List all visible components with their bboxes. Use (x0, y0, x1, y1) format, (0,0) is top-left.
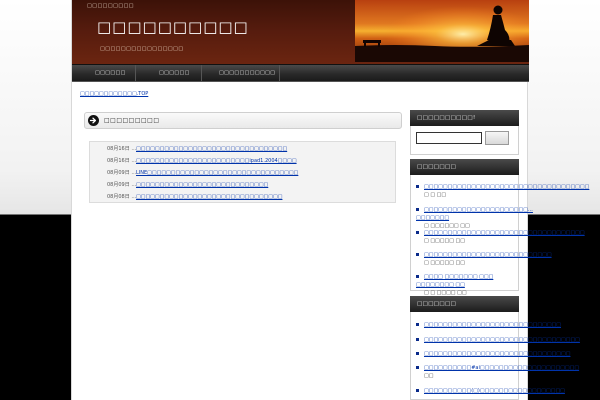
list-item: 08月09日 … □□□□□□□□□□□□□□□□□□□□□□□□□□□□ (90, 180, 397, 191)
recent-post-link[interactable]: □□□□□□□□□□□□□□□□□□□□□□□□□□□ (424, 252, 552, 258)
bullet-icon (416, 338, 419, 341)
news-link[interactable]: □□□□□□□□□□□□□□□□□□□□□□□□□□□□□□□□ (136, 144, 287, 155)
search-input[interactable] (416, 132, 482, 144)
recent-posts-title: □□□□□□□ (410, 159, 519, 175)
breadcrumb[interactable]: □□□□□□□□□□□□.TOP (80, 91, 148, 97)
category-link[interactable]: □□□□□□□□□□(□)□□□□□□□□□□□□□□□□□□ (424, 388, 565, 394)
list-item: □□□□□□□□□□□□□□□□□□□□□□□□□□□□□□□□□□ □ □□□… (416, 229, 585, 245)
list-item: □□□□□□□□□□□□□□□□□□□□□□…□□□□□□□ □ □□□□□□ … (416, 206, 533, 230)
news-date: 08月09日 … (107, 182, 137, 188)
site-description: □□□□□□□□□□□□□□□□ (100, 46, 184, 52)
list-item: 08月09日 … LINE□□□□□□□□□□□□□□□□□□□□□□□□□□□… (90, 168, 397, 179)
bullet-icon (416, 323, 419, 326)
news-link[interactable]: LINE□□□□□□□□□□□□□□□□□□□□□□□□□□□□□□□□ (136, 168, 298, 179)
section-title: □□□□□□□□□ (104, 117, 160, 124)
news-date: 08月16日 … (107, 146, 137, 152)
recent-post-link[interactable]: □□□□ □□□□□□□ □□□ □□□□□□□□ □□ (416, 274, 493, 288)
news-date: 08月16日 … (107, 158, 137, 164)
bullet-icon (416, 231, 419, 234)
news-list: 08月16日 … □□□□□□□□□□□□□□□□□□□□□□□□□□□□□□□… (89, 141, 396, 203)
bullet-icon (416, 352, 419, 355)
recent-post-meta: □ □□□□□ □□ (424, 260, 465, 266)
list-item: 08月16日 … □□□□□□□□□□□□□□□□□□□□□□□□□□□□□□□… (90, 144, 397, 155)
bullet-icon (416, 253, 419, 256)
top-tagline: □□□□□□□□□ (87, 3, 135, 9)
bullet-icon (416, 366, 419, 369)
news-link[interactable]: □□□□□□□□□□□□□□□□□□□□□□□□□□□□ (136, 180, 268, 191)
list-item: □□□□ □□□□□□□ □□□ □□□□□□□□ □□ □ □ □□□□ □□ (416, 273, 516, 297)
list-item: □□□□□□□□□□□□□□□□□□□□□□□□□□□□□□□ (416, 350, 570, 358)
list-item: □□□□□□□□□□□□□□□□□□□□□□□□□□□□□ (416, 321, 561, 329)
page-wrapper: □□□□□□□□□ □□□□□□□□□□ □□□□□□□□□□□□□□□□ □□… (71, 0, 589, 400)
news-date: 08月09日 … (107, 170, 137, 176)
category-link[interactable]: □□□□□□□□□□#ai□□□□□□□□□□□□□□□□□□□□□ (424, 365, 579, 371)
section-header: □□□□□□□□□ (84, 112, 402, 129)
list-item: □□□□□□□□□□□□□□□□□□□□□□□□□□□□□□□□□ (416, 336, 580, 344)
bullet-icon (416, 275, 419, 278)
arrow-right-circle-icon (88, 115, 99, 126)
header-hero-image (355, 0, 529, 62)
recent-post-link[interactable]: □□□□□□□□□□□□□□□□□□□□□□□□□□□□□□□□□□□ (424, 184, 589, 190)
search-widget-title: □□□□□□□□□□! (410, 110, 519, 126)
nav-item-3[interactable]: □□□□□□□□□□□ (202, 65, 280, 82)
list-item: □□□□□□□□□□(□)□□□□□□□□□□□□□□□□□□ (416, 387, 565, 395)
sunset-silhouette-image (355, 0, 529, 62)
list-item: □□□□□□□□□□□□□□□□□□□□□□□□□□□□□□□□□□□ □ □ … (416, 183, 589, 199)
bullet-icon (416, 185, 419, 188)
list-item: 08月08日 … □□□□□□□□□□□□□□□□□□□□□□□□□□□□□□□ (90, 192, 397, 203)
site-header: □□□□□□□□□ □□□□□□□□□□ □□□□□□□□□□□□□□□□ (72, 0, 529, 64)
bullet-icon (416, 208, 419, 211)
main-nav: □□□□□□ □□□□□□ □□□□□□□□□□□ (72, 64, 529, 82)
list-item: 08月16日 … □□□□□□□□□□□□□□□□□□□□□□□□ipad1.2… (90, 156, 397, 167)
categories-widget: □□□□□□□□□□□□□□□□□□□□□□□□□□□□□ □□□□□□□□□□… (410, 312, 580, 400)
nav-item-2[interactable]: □□□□□□ (136, 65, 202, 82)
search-widget (410, 126, 519, 155)
recent-posts-widget: □□□□□□□□□□□□□□□□□□□□□□□□□□□□□□□□□□□ □ □ … (410, 175, 589, 296)
list-item: □□□□□□□□□□□□□□□□□□□□□□□□□□□ □ □□□□□ □□ (416, 251, 552, 267)
news-link[interactable]: □□□□□□□□□□□□□□□□□□□□□□□□□□□□□□□ (136, 192, 282, 203)
recent-post-meta: □ □ □□ (424, 192, 447, 198)
news-link[interactable]: □□□□□□□□□□□□□□□□□□□□□□□□ipad1.2004□□□□ (136, 156, 297, 167)
bullet-icon (416, 389, 419, 392)
recent-post-link[interactable]: □□□□□□□□□□□□□□□□□□□□□□□□□□□□□□□□□□ (424, 230, 585, 236)
category-meta: □□ (424, 373, 434, 379)
category-link[interactable]: □□□□□□□□□□□□□□□□□□□□□□□□□□□□□□□ (424, 351, 570, 357)
nav-item-1[interactable]: □□□□□□ (72, 65, 136, 82)
categories-title: □□□□□□□ (410, 296, 519, 312)
category-link[interactable]: □□□□□□□□□□□□□□□□□□□□□□□□□□□□□□□□□ (424, 337, 580, 343)
news-date: 08月08日 … (107, 194, 137, 200)
recent-post-meta: □ □□□□□ □□ (424, 238, 465, 244)
category-link[interactable]: □□□□□□□□□□□□□□□□□□□□□□□□□□□□□ (424, 322, 561, 328)
search-button[interactable] (485, 131, 509, 145)
site-title[interactable]: □□□□□□□□□□ (97, 18, 249, 36)
list-item: □□□□□□□□□□#ai□□□□□□□□□□□□□□□□□□□□□ □□ (416, 364, 579, 380)
recent-post-link[interactable]: □□□□□□□□□□□□□□□□□□□□□□…□□□□□□□ (416, 207, 533, 221)
